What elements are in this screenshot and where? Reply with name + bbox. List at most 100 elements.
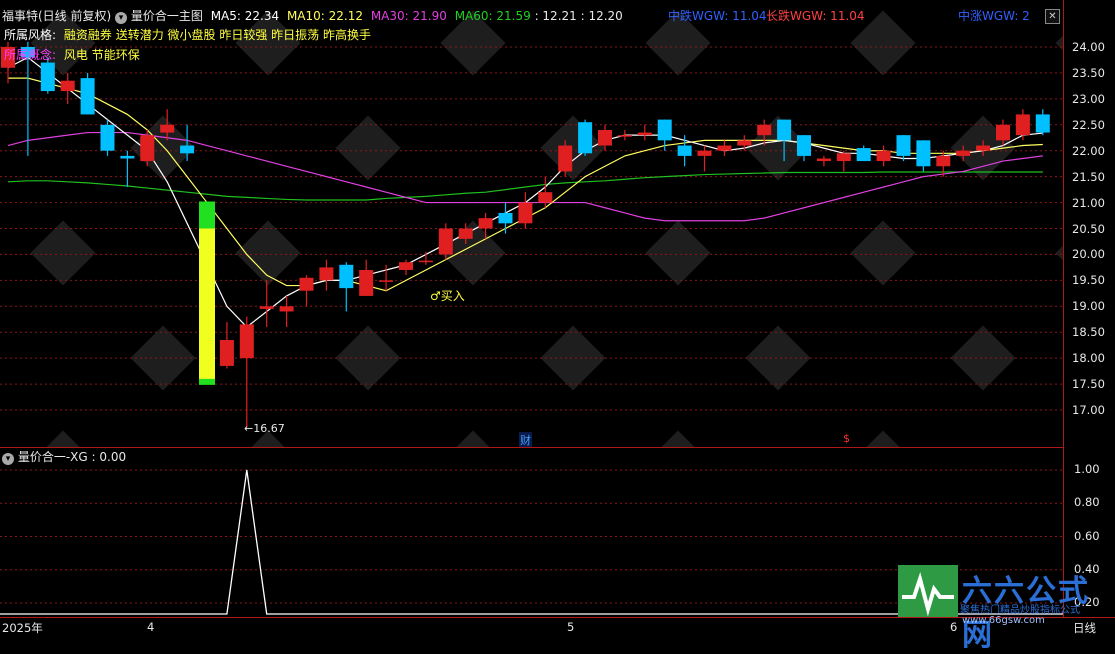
- price-tick-label: 18.50: [1072, 325, 1105, 340]
- candle-body: [399, 262, 413, 270]
- price-tick-label: 23.00: [1072, 91, 1105, 106]
- candle-body: [518, 202, 533, 224]
- candle: [558, 140, 573, 177]
- candle: [856, 145, 871, 162]
- dividend-marker[interactable]: $: [843, 432, 850, 445]
- ma10-label: MA10: 22.12: [286, 9, 363, 23]
- candle-body: [677, 145, 692, 156]
- candle: [498, 202, 513, 234]
- candle-body: [876, 150, 891, 162]
- candle: [120, 150, 135, 188]
- price-tick-label: 20.00: [1072, 247, 1105, 262]
- candle-body: [418, 260, 433, 263]
- extra-value-2: : 12.20: [580, 9, 623, 23]
- price-tick-label: 21.00: [1072, 195, 1105, 210]
- candle-body: [916, 140, 931, 167]
- axis-month-5: 5: [567, 620, 575, 634]
- watermark-icon: [1055, 430, 1115, 496]
- candle-body: [737, 140, 752, 146]
- candle: [677, 135, 692, 167]
- candle-body: [558, 145, 573, 172]
- candle-body: [797, 135, 811, 156]
- ma5-label: MA5: 22.34: [210, 9, 280, 23]
- finance-marker[interactable]: 财: [519, 432, 532, 448]
- candle-body: [100, 124, 115, 151]
- candle: [816, 155, 831, 167]
- candle-body: [956, 150, 971, 156]
- candle-body: [1015, 114, 1030, 136]
- style-values: 融资融券 送转潜力 微小盘股 昨日较强 昨日振荡 昨高换手: [63, 28, 371, 42]
- axis-month-4: 4: [147, 620, 155, 634]
- candle: [219, 321, 234, 369]
- buy-signal-label: 买入: [440, 289, 465, 303]
- candle: [418, 251, 433, 265]
- price-axis: 24.00 23.50 23.00 22.50 22.00 21.50 21.00 20.50…: [1063, 0, 1115, 617]
- chart-header: 福事特(日线 前复权) ▾ 量价合一主图 MA5: 22.34 MA10: 22…: [2, 8, 623, 24]
- chevron-down-icon[interactable]: ▾: [2, 453, 14, 465]
- candle-body: [219, 339, 234, 366]
- candle-body: [538, 192, 553, 203]
- watermark-icon: [850, 430, 916, 496]
- candle: [518, 192, 533, 229]
- concept-row: 所属概念: 风电 节能环保: [4, 47, 140, 63]
- sub-title[interactable]: 量价合一-XG: [18, 450, 88, 464]
- candle-body: [996, 124, 1010, 141]
- candle: [657, 119, 672, 151]
- candle: [916, 140, 931, 172]
- candle-body: [578, 122, 593, 154]
- candle-body: [259, 306, 274, 309]
- candle-body: [478, 218, 493, 229]
- candle-body: [856, 148, 871, 162]
- candle-body: [239, 324, 254, 359]
- watermark-icon: [850, 220, 916, 286]
- candlestick-chart[interactable]: [0, 0, 1115, 496]
- sub-header: ▾ 量价合一-XG : 0.00: [2, 449, 126, 465]
- close-icon[interactable]: ✕: [1045, 9, 1060, 24]
- candle-body: [80, 78, 95, 115]
- candle-body: [757, 124, 772, 136]
- candle-body: [976, 145, 991, 151]
- candle-body: [279, 306, 294, 312]
- watermark-icon: [645, 220, 711, 286]
- candle: [60, 72, 75, 105]
- price-tick-label: 22.50: [1072, 117, 1105, 132]
- candle: [876, 145, 891, 167]
- candle-body: [40, 62, 55, 92]
- date-axis: 2025年 4 5 6 日线: [0, 617, 1115, 638]
- candle-body: [717, 145, 732, 151]
- price-tick-label: 23.50: [1072, 65, 1105, 80]
- price-tick-label: 17.00: [1072, 403, 1105, 417]
- candle: [1035, 109, 1050, 136]
- formula-name[interactable]: 量价合一主图: [131, 9, 203, 23]
- candle-body: [637, 132, 652, 136]
- brand-logo-icon: [898, 565, 958, 617]
- price-tick-label: 24.00: [1072, 40, 1105, 54]
- candle-body: [498, 212, 513, 224]
- extra-value-1: : 12.21: [534, 9, 577, 23]
- buy-signal: ♂买入: [430, 289, 465, 303]
- candle-body: [777, 119, 792, 141]
- ma60-label: MA60: 21.59: [454, 9, 531, 23]
- style-label: 所属风格:: [4, 28, 57, 42]
- candle: [339, 262, 354, 312]
- candle-body: [598, 129, 612, 146]
- price-tick-label: 19.00: [1072, 299, 1105, 314]
- candle: [359, 259, 374, 296]
- low-price-value: 16.67: [253, 422, 285, 435]
- chevron-down-icon[interactable]: ▾: [115, 12, 128, 24]
- axis-year: 2025年: [2, 621, 43, 635]
- stock-title[interactable]: 福事特(日线 前复权): [2, 9, 111, 23]
- watermark-icon: [1055, 220, 1115, 286]
- candle-body: [319, 267, 334, 281]
- candle: [936, 150, 951, 177]
- mid-wgw-label: 中跌WGW: 11.04: [668, 9, 767, 23]
- brand-url: www.66gsw.com: [962, 615, 1045, 626]
- candle-body: [160, 124, 175, 133]
- candle-body: [60, 80, 75, 92]
- candle-body: [657, 119, 672, 141]
- main-chart-panel[interactable]: [0, 0, 1115, 496]
- price-tick-label: 21.50: [1072, 169, 1105, 184]
- candle-body: [140, 135, 155, 162]
- watermark-icon: [30, 220, 96, 286]
- candle: [697, 145, 712, 172]
